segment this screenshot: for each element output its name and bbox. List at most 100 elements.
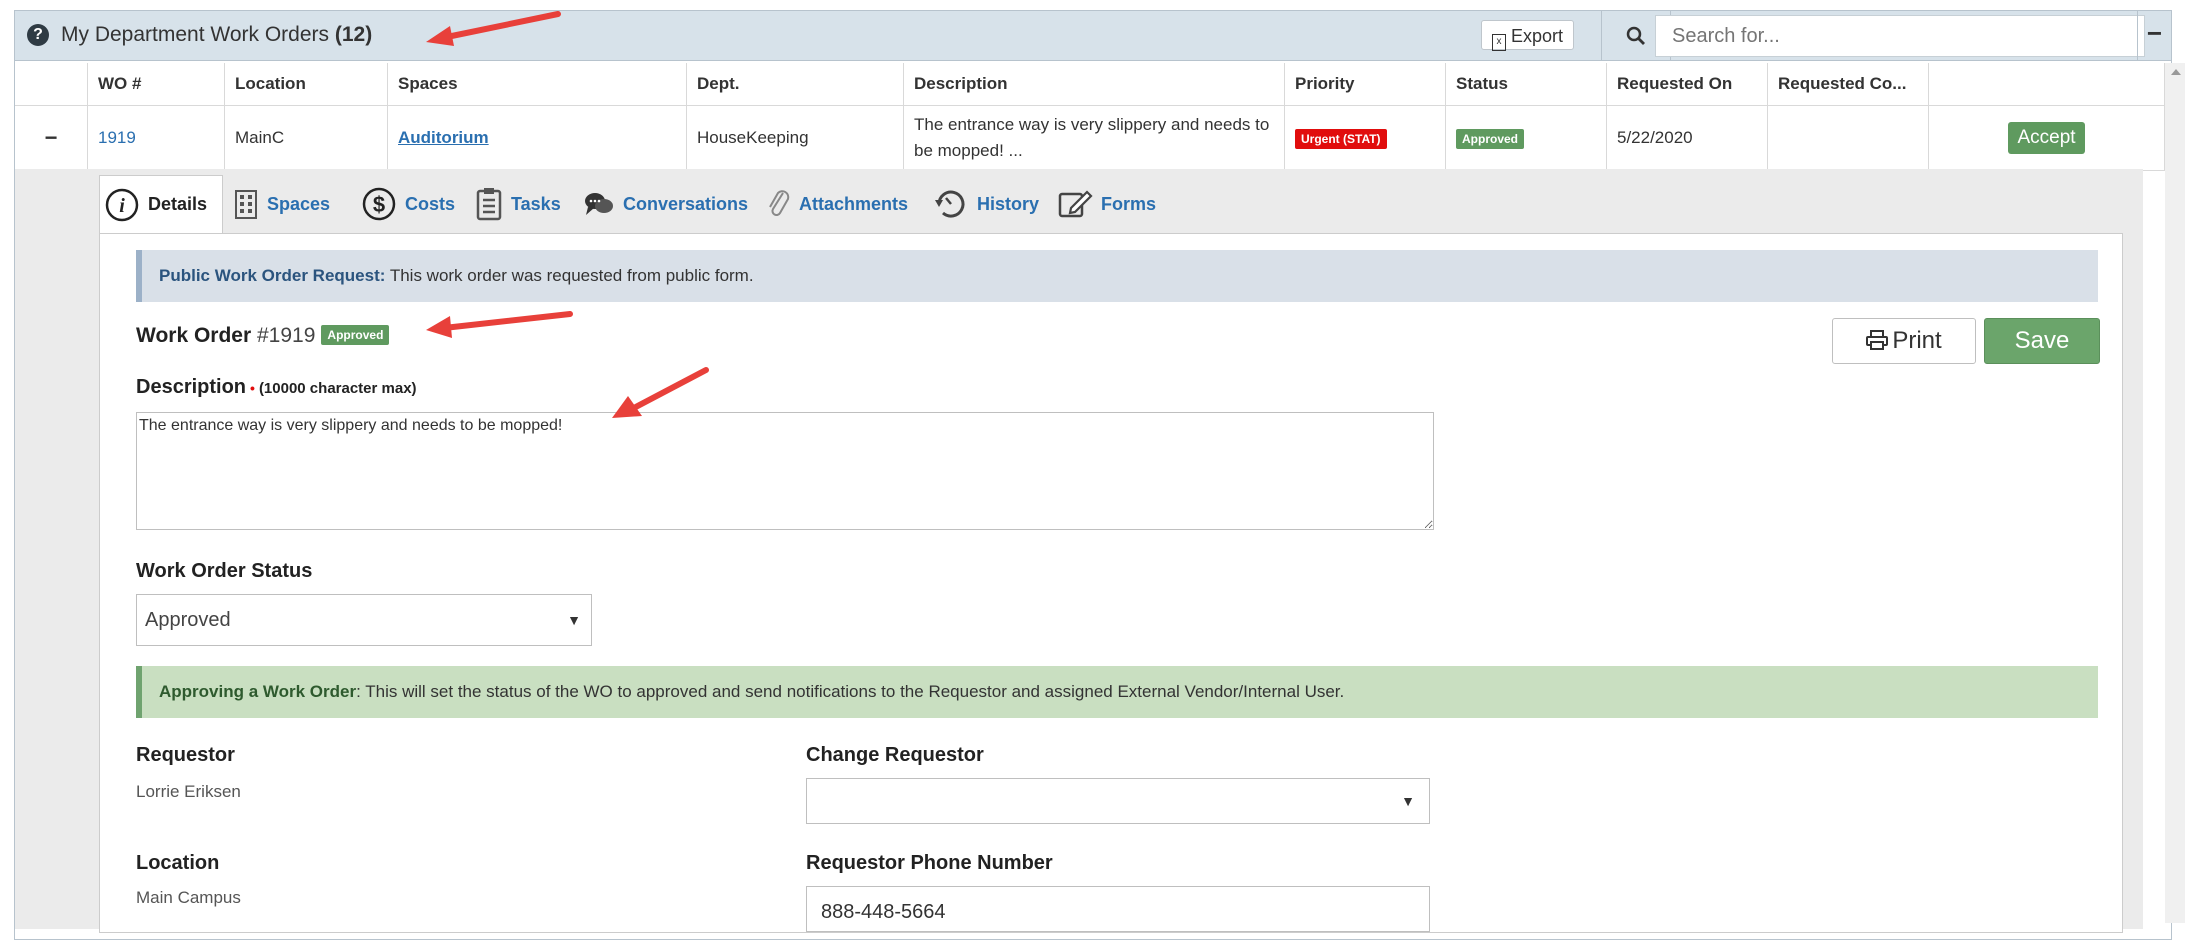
status-select-value: Approved — [145, 609, 231, 631]
excel-icon: x — [1492, 34, 1506, 51]
detail-area: i Details Spaces $ Costs Tasks Conversat… — [15, 169, 2143, 933]
location-value: Main Campus — [136, 888, 241, 907]
requestor-value: Lorrie Eriksen — [136, 782, 241, 801]
annotation-arrow-icon — [612, 367, 709, 418]
tab-costs[interactable]: $ Costs — [361, 175, 455, 233]
work-order-number: #1919 — [257, 324, 316, 347]
tab-spaces-label: Spaces — [267, 193, 331, 214]
tab-forms[interactable]: Forms — [1057, 175, 1156, 233]
column-header-priority[interactable]: Priority — [1284, 63, 1446, 106]
public-notice-heading: Public Work Order Request: — [159, 266, 386, 285]
public-request-notice: Public Work Order Request: This work ord… — [136, 250, 2098, 302]
column-header-dept[interactable]: Dept. — [686, 63, 904, 106]
tab-history[interactable]: History — [933, 175, 1039, 233]
requested-completion-cell — [1767, 105, 1929, 171]
wo-number-cell: 1919 — [87, 105, 225, 171]
column-header-requested-on[interactable]: Requested On — [1606, 63, 1768, 106]
tab-tasks-label: Tasks — [511, 193, 561, 214]
dollar-icon: $ — [361, 186, 397, 222]
approve-notice-heading: Approving a Work Order — [159, 682, 357, 701]
scrollbar[interactable] — [2165, 63, 2185, 923]
export-button[interactable]: x Export — [1481, 20, 1575, 51]
description-max-hint: (10000 character max) — [258, 380, 417, 397]
status-cell: Approved — [1445, 105, 1607, 171]
space-link[interactable]: Auditorium — [398, 128, 489, 147]
status-select[interactable]: Approved ▼ — [136, 594, 592, 646]
work-order-status-badge: Approved — [321, 325, 390, 345]
approve-notice-text: : This will set the status of the WO to … — [356, 682, 1345, 701]
phone-input[interactable]: 888-448-5664 — [806, 886, 1430, 932]
status-badge: Approved — [1456, 129, 1525, 149]
help-icon[interactable]: ? — [27, 24, 49, 46]
tab-conversations-label: Conversations — [623, 193, 749, 214]
phone-label: Requestor Phone Number — [806, 852, 1053, 874]
location-cell: MainC — [224, 105, 388, 171]
chevron-down-icon: ▼ — [567, 612, 581, 628]
tab-attachments-label: Attachments — [799, 193, 909, 214]
column-header-requested-completion[interactable]: Requested Co... — [1767, 63, 1929, 106]
action-cell: Accept — [1928, 105, 2165, 171]
description-textarea[interactable]: The entrance way is very slippery and ne… — [136, 412, 1434, 530]
column-header-toggle — [15, 63, 88, 106]
search-input[interactable] — [1655, 15, 2145, 57]
save-button[interactable]: Save — [1984, 318, 2100, 364]
column-header-location[interactable]: Location — [224, 63, 388, 106]
requestor-label: Requestor — [136, 744, 235, 766]
chevron-down-icon: ▼ — [1401, 793, 1415, 809]
collapse-panel-button[interactable]: − — [2137, 11, 2171, 61]
tab-details[interactable]: i Details — [99, 175, 223, 233]
paperclip-icon — [767, 187, 791, 221]
spaces-cell: Auditorium — [387, 105, 687, 171]
tab-tasks[interactable]: Tasks — [475, 175, 561, 233]
print-icon — [1866, 330, 1889, 350]
tab-history-label: History — [977, 193, 1040, 214]
row-collapse-toggle[interactable]: − — [15, 105, 88, 171]
wo-number-link[interactable]: 1919 — [98, 128, 136, 147]
search-icon — [1626, 26, 1645, 45]
details-tab-content: Public Work Order Request: This work ord… — [99, 233, 2123, 933]
scroll-up-icon[interactable] — [2171, 69, 2181, 75]
change-requestor-label: Change Requestor — [806, 744, 984, 766]
requested-on-cell: 5/22/2020 — [1606, 105, 1768, 171]
annotation-arrow-icon — [426, 311, 573, 338]
description-cell: The entrance way is very slippery and ne… — [903, 105, 1285, 171]
work-order-table: WO # Location Spaces Dept. Description P… — [15, 63, 2165, 171]
tab-details-label: Details — [148, 194, 208, 214]
svg-text:i: i — [119, 195, 125, 217]
public-notice-text: This work order was requested from publi… — [385, 266, 754, 285]
dept-cell: HouseKeeping — [686, 105, 904, 171]
tab-costs-label: Costs — [405, 193, 456, 214]
work-order-count: (12) — [334, 23, 373, 46]
tab-attachments[interactable]: Attachments — [767, 175, 908, 233]
info-icon: i — [104, 187, 140, 223]
column-header-actions — [1928, 63, 2165, 106]
description-label: Description • (10000 character max) — [136, 376, 417, 399]
column-header-status[interactable]: Status — [1445, 63, 1607, 106]
tab-forms-label: Forms — [1101, 193, 1157, 214]
status-label: Work Order Status — [136, 560, 313, 582]
approve-notice: Approving a Work Order: This will set th… — [136, 666, 2098, 718]
column-header-wo[interactable]: WO # — [87, 63, 225, 106]
building-icon — [233, 188, 259, 220]
edit-form-icon — [1057, 188, 1093, 220]
panel-title: My Department Work Orders (12) — [61, 23, 372, 47]
clipboard-icon — [475, 187, 503, 221]
tab-conversations[interactable]: Conversations — [583, 175, 748, 233]
panel-header: ? My Department Work Orders (12) x Export… — [15, 11, 2171, 61]
print-label: Print — [1892, 327, 1942, 354]
tab-spaces[interactable]: Spaces — [233, 175, 330, 233]
column-header-description[interactable]: Description — [903, 63, 1285, 106]
table-row[interactable]: − 1919 MainC Auditorium HouseKeeping The… — [15, 105, 2165, 171]
chat-icon — [583, 190, 615, 218]
accept-button[interactable]: Accept — [2008, 122, 2085, 154]
column-header-spaces[interactable]: Spaces — [387, 63, 687, 106]
print-button[interactable]: Print — [1832, 318, 1976, 364]
change-requestor-select[interactable]: ▼ — [806, 778, 1430, 824]
svg-text:$: $ — [373, 192, 385, 217]
annotation-arrow-icon — [426, 11, 561, 46]
history-icon — [933, 186, 969, 222]
work-orders-panel: ? My Department Work Orders (12) x Export… — [14, 10, 2185, 940]
panel-title-text: My Department Work Orders — [61, 23, 330, 46]
export-label: Export — [1511, 26, 1564, 46]
required-marker: • — [250, 380, 255, 396]
